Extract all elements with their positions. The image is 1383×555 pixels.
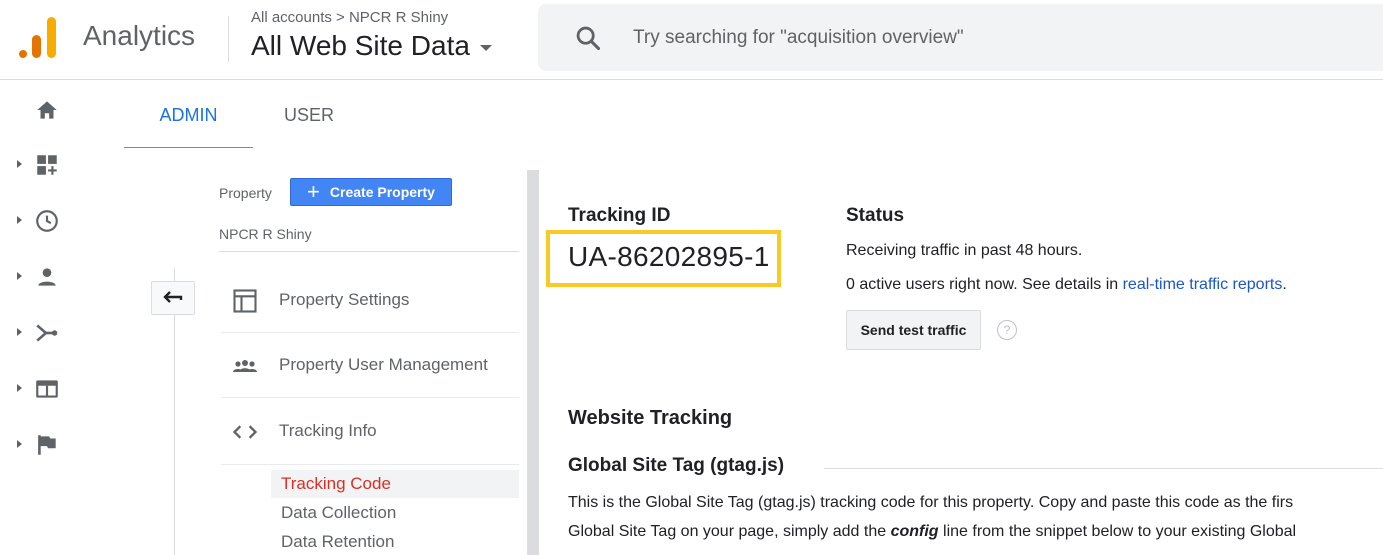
acquisition-icon bbox=[36, 324, 58, 342]
create-property-label: Create Property bbox=[329, 184, 435, 200]
create-property-button[interactable]: + Create Property bbox=[290, 178, 452, 206]
property-column-label: Property bbox=[219, 185, 272, 201]
plus-icon: + bbox=[307, 179, 320, 204]
send-test-traffic-button[interactable]: Send test traffic bbox=[846, 310, 981, 350]
gtag-description-line1: This is the Global Site Tag (gtag.js) tr… bbox=[568, 494, 1294, 511]
gtag-heading-rule bbox=[824, 468, 1383, 469]
account-breadcrumb[interactable]: All accounts > NPCR R Shiny bbox=[251, 9, 448, 26]
caret-down-icon bbox=[479, 45, 492, 51]
submenu-tracking-code[interactable]: Tracking Code bbox=[271, 470, 519, 498]
code-brackets-icon bbox=[232, 425, 258, 439]
browser-window-icon bbox=[36, 380, 58, 398]
property-selector[interactable]: NPCR R Shiny bbox=[219, 226, 312, 242]
expand-arrow-icon bbox=[17, 384, 22, 392]
menu-property-user-management[interactable]: Property User Management bbox=[221, 334, 519, 398]
top-bar: Analytics All accounts > NPCR R Shiny Al… bbox=[0, 0, 1383, 80]
analytics-admin-page: Analytics All accounts > NPCR R Shiny Al… bbox=[0, 0, 1383, 555]
left-nav-rail bbox=[0, 80, 92, 555]
property-divider bbox=[219, 251, 519, 252]
tracking-id-heading: Tracking ID bbox=[568, 205, 671, 226]
app-name: Analytics bbox=[83, 20, 196, 51]
website-tracking-heading: Website Tracking bbox=[568, 407, 733, 429]
gtag-line2-suffix: line from the snippet below to your exis… bbox=[938, 523, 1297, 540]
header-divider bbox=[228, 16, 229, 62]
realtime-reports-link[interactable]: real-time traffic reports bbox=[1123, 276, 1283, 293]
search-placeholder: Try searching for "acquisition overview" bbox=[633, 27, 964, 48]
gtag-description: This is the Global Site Tag (gtag.js) tr… bbox=[568, 488, 1383, 546]
tracking-id-value: UA-86202895-1 bbox=[568, 241, 770, 272]
search-icon bbox=[576, 26, 601, 51]
menu-property-settings[interactable]: Property Settings bbox=[221, 269, 519, 333]
menu-label: Property Settings bbox=[279, 290, 410, 309]
status-traffic-text: Receiving traffic in past 48 hours. bbox=[846, 242, 1083, 259]
gtag-line2-prefix: Global Site Tag on your page, simply add… bbox=[568, 523, 891, 540]
gtag-description-line2: Global Site Tag on your page, simply add… bbox=[568, 517, 1383, 546]
column-scrollbar[interactable] bbox=[527, 170, 539, 555]
admin-content: Property + Create Property NPCR R Shiny … bbox=[124, 148, 1383, 555]
back-arrow-icon bbox=[163, 291, 183, 303]
back-button[interactable] bbox=[151, 281, 195, 315]
nav-acquisition[interactable] bbox=[0, 313, 92, 353]
menu-label: Property User Management bbox=[279, 355, 488, 374]
flag-icon bbox=[38, 435, 56, 455]
config-keyword: config bbox=[890, 523, 939, 540]
status-active-users: 0 active users right now. See details in… bbox=[846, 276, 1287, 294]
expand-arrow-icon bbox=[17, 272, 22, 280]
tab-user[interactable]: USER bbox=[269, 80, 349, 148]
nav-behavior[interactable] bbox=[0, 369, 92, 409]
person-icon bbox=[38, 268, 56, 286]
search-bar[interactable]: Try searching for "acquisition overview" bbox=[538, 4, 1383, 71]
menu-tracking-info[interactable]: Tracking Info bbox=[221, 400, 519, 464]
status-period: . bbox=[1282, 276, 1287, 293]
admin-tabs: ADMIN USER bbox=[124, 80, 1383, 149]
expand-arrow-icon bbox=[17, 160, 22, 168]
tab-admin[interactable]: ADMIN bbox=[124, 80, 253, 149]
users-group-icon bbox=[233, 360, 257, 372]
view-selector[interactable]: All Web Site Data bbox=[251, 30, 492, 62]
property-settings-icon bbox=[233, 289, 257, 313]
help-icon[interactable]: ? bbox=[997, 320, 1017, 340]
nav-audience[interactable] bbox=[0, 257, 92, 297]
home-icon bbox=[37, 101, 57, 119]
nav-conversions[interactable] bbox=[0, 425, 92, 465]
nav-realtime[interactable] bbox=[0, 201, 92, 241]
menu-label: Tracking Info bbox=[279, 421, 377, 440]
status-active-users-text: 0 active users right now. See details in bbox=[846, 276, 1123, 293]
submenu-data-collection[interactable]: Data Collection bbox=[271, 499, 519, 527]
nav-customization[interactable] bbox=[0, 145, 92, 185]
analytics-logo-icon[interactable] bbox=[19, 17, 59, 58]
expand-arrow-icon bbox=[17, 216, 22, 224]
nav-home[interactable] bbox=[0, 90, 92, 130]
dashboard-plus-icon bbox=[37, 155, 57, 175]
expand-arrow-icon bbox=[17, 440, 22, 448]
status-heading: Status bbox=[846, 205, 905, 226]
clock-icon bbox=[36, 210, 58, 232]
expand-arrow-icon bbox=[17, 328, 22, 336]
menu-divider bbox=[221, 464, 519, 465]
view-name: All Web Site Data bbox=[251, 30, 470, 61]
submenu-data-retention[interactable]: Data Retention bbox=[271, 528, 519, 555]
gtag-heading: Global Site Tag (gtag.js) bbox=[568, 455, 797, 477]
